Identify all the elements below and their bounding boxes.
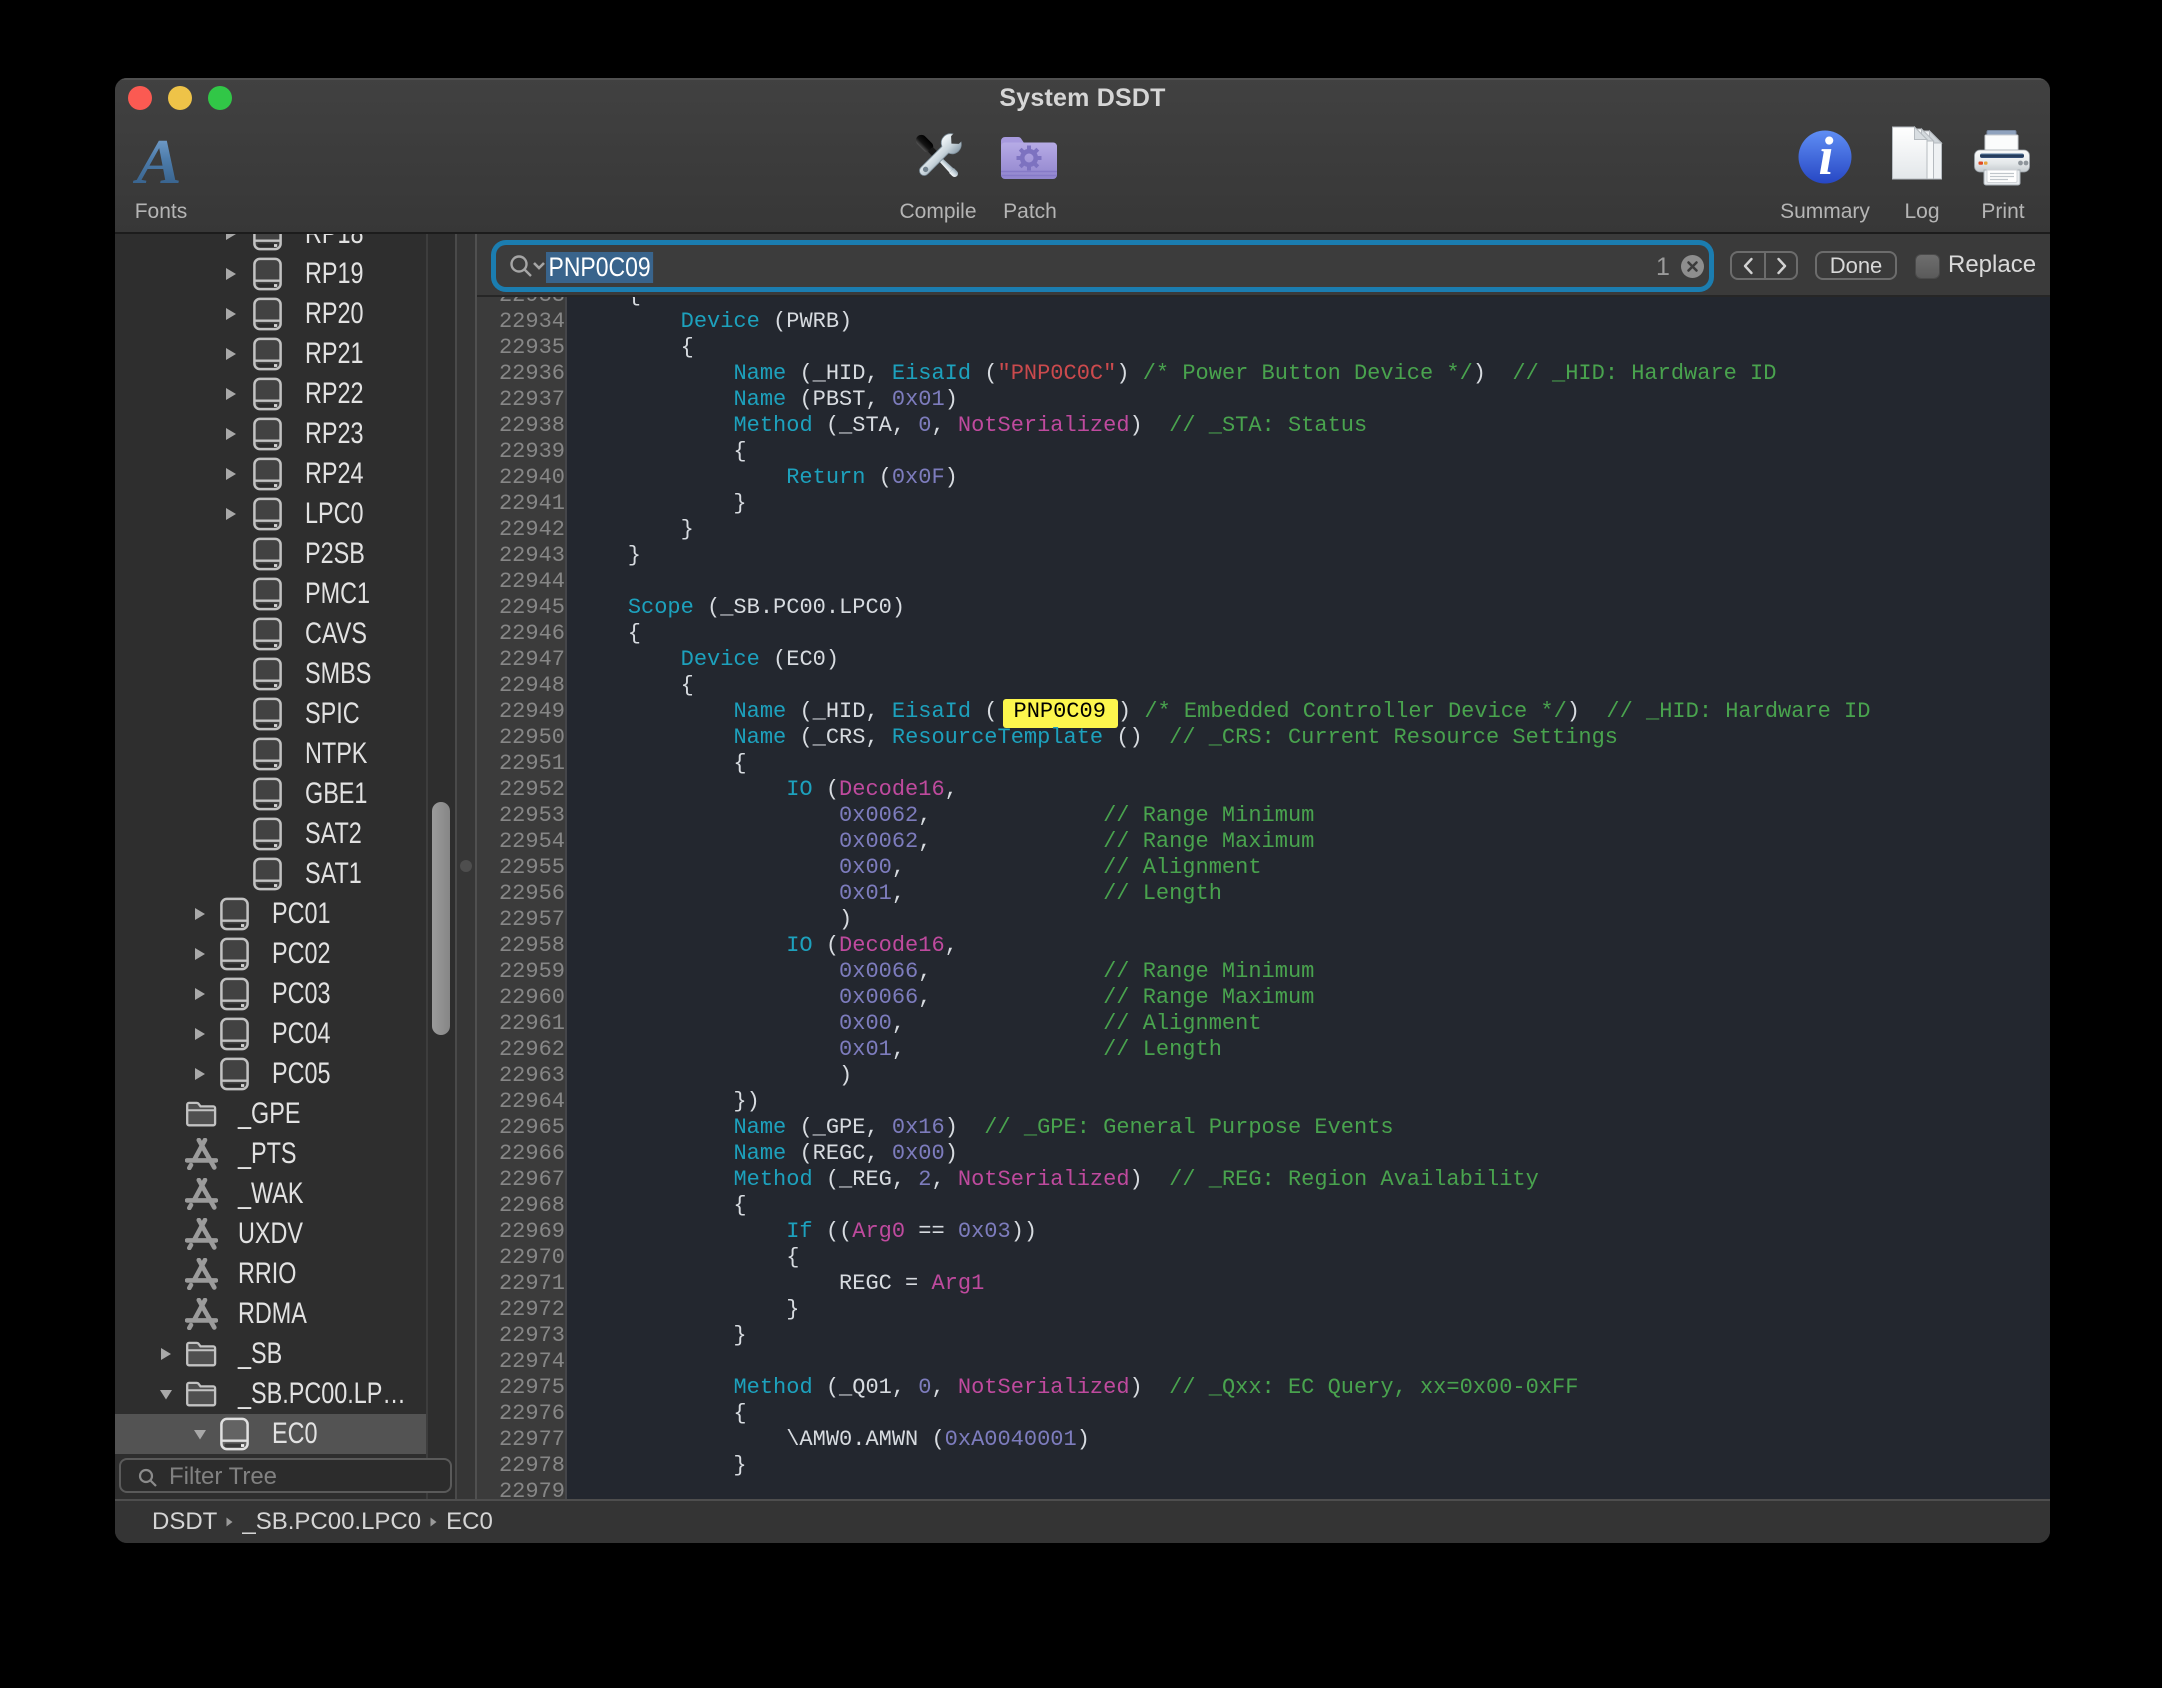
svg-text:A: A: [133, 127, 182, 188]
svg-text:i: i: [1818, 129, 1833, 185]
